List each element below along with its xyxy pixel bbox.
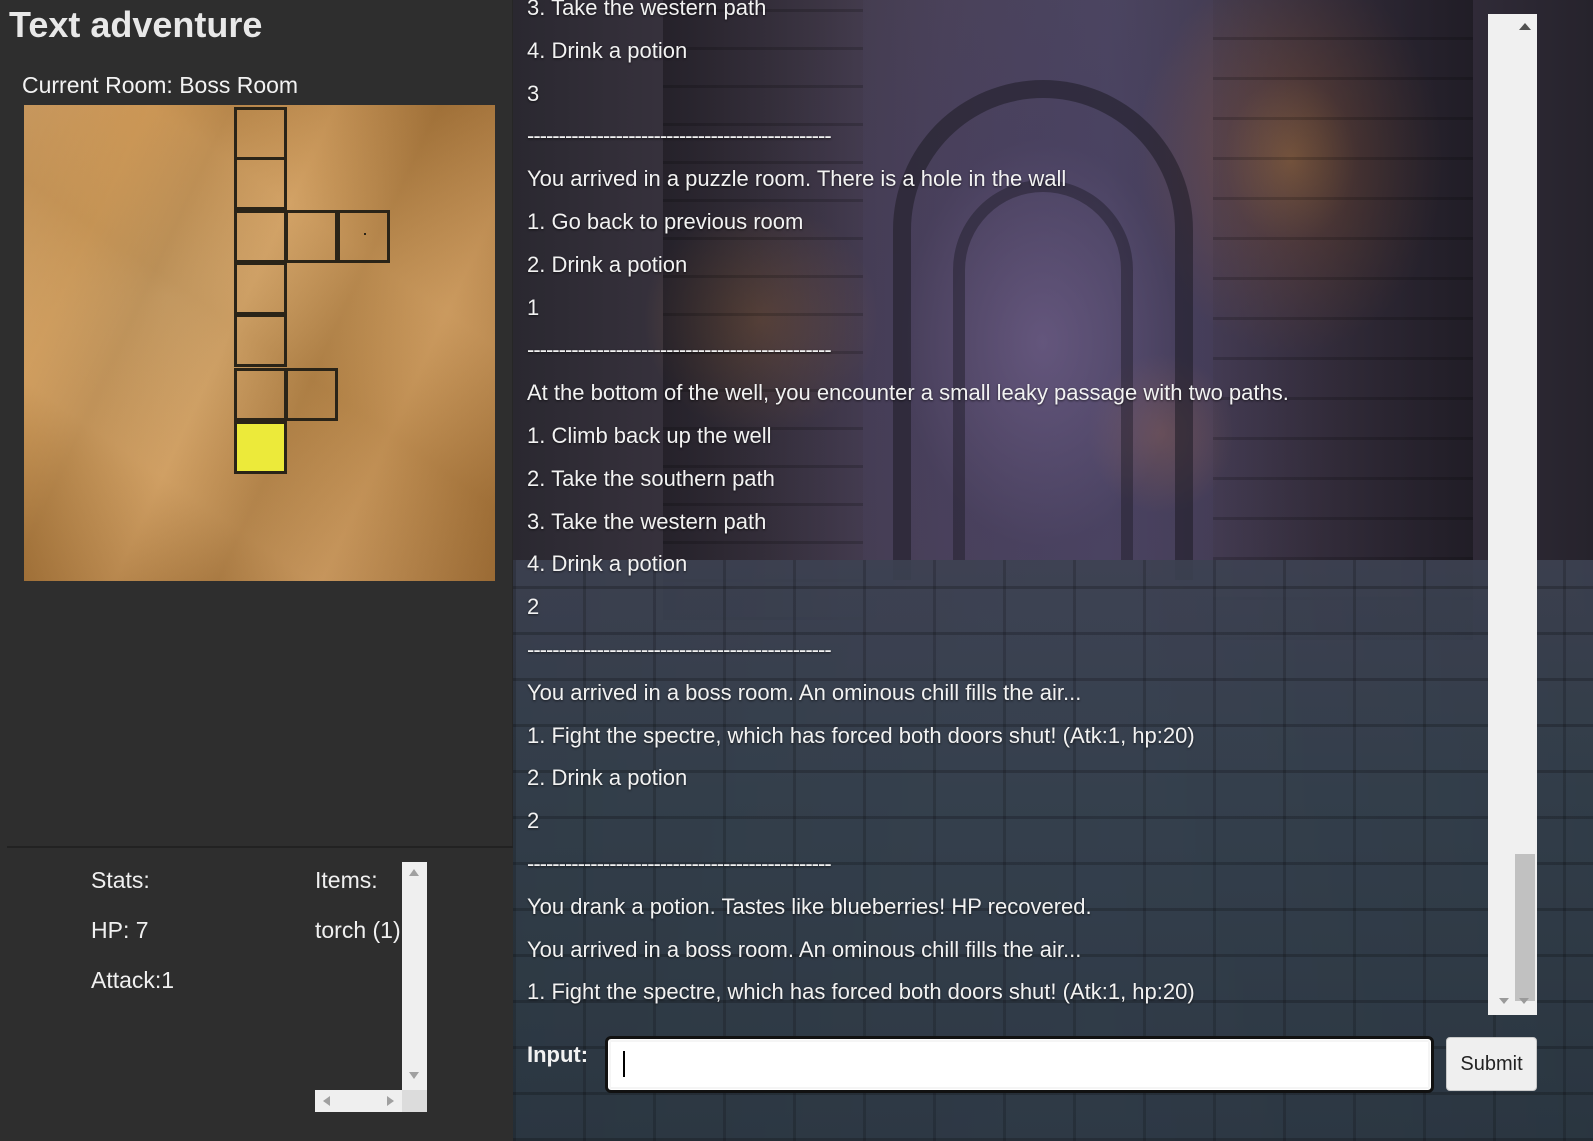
map-room	[337, 210, 390, 263]
log-line: 4. Drink a potion	[527, 551, 688, 577]
log-line: 4. Drink a potion	[527, 37, 688, 63]
hp-stat: HP: 7	[91, 917, 149, 943]
log-line: You arrived in a boss room. An ominous c…	[527, 679, 1082, 705]
scroll-right-icon[interactable]	[387, 1096, 394, 1106]
log-line: 3. Take the western path	[527, 508, 767, 534]
map-room	[234, 107, 287, 160]
log-line: 2. Take the southern path	[527, 465, 775, 491]
map-room	[234, 157, 287, 210]
items-horizontal-scrollbar[interactable]	[315, 1090, 402, 1112]
scrollbar-corner	[402, 1090, 427, 1112]
log-line: 1	[527, 294, 540, 320]
log-line: 2	[527, 808, 540, 834]
stats-label: Stats:	[91, 867, 150, 893]
log-line: 3	[527, 80, 540, 106]
scrollbar-thumb[interactable]	[1515, 854, 1535, 1001]
map-room	[234, 262, 287, 315]
log-line: 1. Climb back up the well	[527, 422, 772, 448]
map-room	[285, 368, 338, 421]
current-room-label: Current Room: Boss Room	[22, 72, 299, 98]
log-line: 2	[527, 594, 540, 620]
log-line: You arrived in a boss room. An ominous c…	[527, 936, 1082, 962]
dungeon-map	[24, 105, 495, 581]
log-line: ----------------------------------------…	[527, 337, 832, 363]
map-room	[285, 210, 338, 263]
log-line: ----------------------------------------…	[527, 850, 832, 876]
app-title: Text adventure	[9, 4, 263, 45]
log-line: 3. Take the western path	[527, 0, 767, 20]
scroll-down-icon[interactable]	[409, 1072, 419, 1079]
items-vertical-scrollbar[interactable]	[402, 862, 427, 1112]
command-input[interactable]	[605, 1036, 1434, 1093]
log-line: 1. Fight the spectre, which has forced b…	[527, 722, 1195, 748]
status-panel: Stats: HP: 7 Attack:1 Items: torch (1)	[7, 848, 513, 1141]
scroll-down-icon[interactable]	[1499, 998, 1509, 1004]
map-room-current	[234, 421, 287, 474]
submit-button[interactable]: Submit	[1446, 1037, 1537, 1091]
attack-stat: Attack:1	[91, 967, 175, 993]
scroll-up-icon[interactable]	[1519, 23, 1531, 30]
text-caret	[623, 1051, 625, 1077]
log-line: 2. Drink a potion	[527, 251, 688, 277]
game-log: 3. Take the western path 4. Drink a potio…	[527, 0, 1487, 1014]
log-line: ----------------------------------------…	[527, 636, 832, 662]
scroll-left-icon[interactable]	[323, 1096, 330, 1106]
item-entry: torch (1)	[315, 917, 401, 943]
log-line: 2. Drink a potion	[527, 765, 688, 791]
input-label: Input:	[527, 1042, 589, 1067]
log-line: ----------------------------------------…	[527, 123, 832, 149]
log-line: 1. Fight the spectre, which has forced b…	[527, 979, 1195, 1005]
log-line: 1. Go back to previous room	[527, 208, 804, 234]
map-room	[234, 368, 287, 421]
log-vertical-scrollbar[interactable]	[1488, 14, 1537, 1015]
map-room	[234, 314, 287, 367]
map-room	[234, 210, 287, 263]
log-line: At the bottom of the well, you encounter…	[527, 380, 1289, 406]
log-line: You drank a potion. Tastes like blueberr…	[527, 893, 1092, 919]
left-panel: Text adventure Current Room: Boss Room S…	[0, 0, 513, 1141]
log-line: You arrived in a puzzle room. There is a…	[527, 166, 1067, 192]
scroll-up-icon[interactable]	[409, 869, 419, 876]
scroll-down-icon[interactable]	[1519, 998, 1529, 1004]
game-log-panel: 3. Take the western path 4. Drink a potio…	[513, 0, 1593, 1141]
